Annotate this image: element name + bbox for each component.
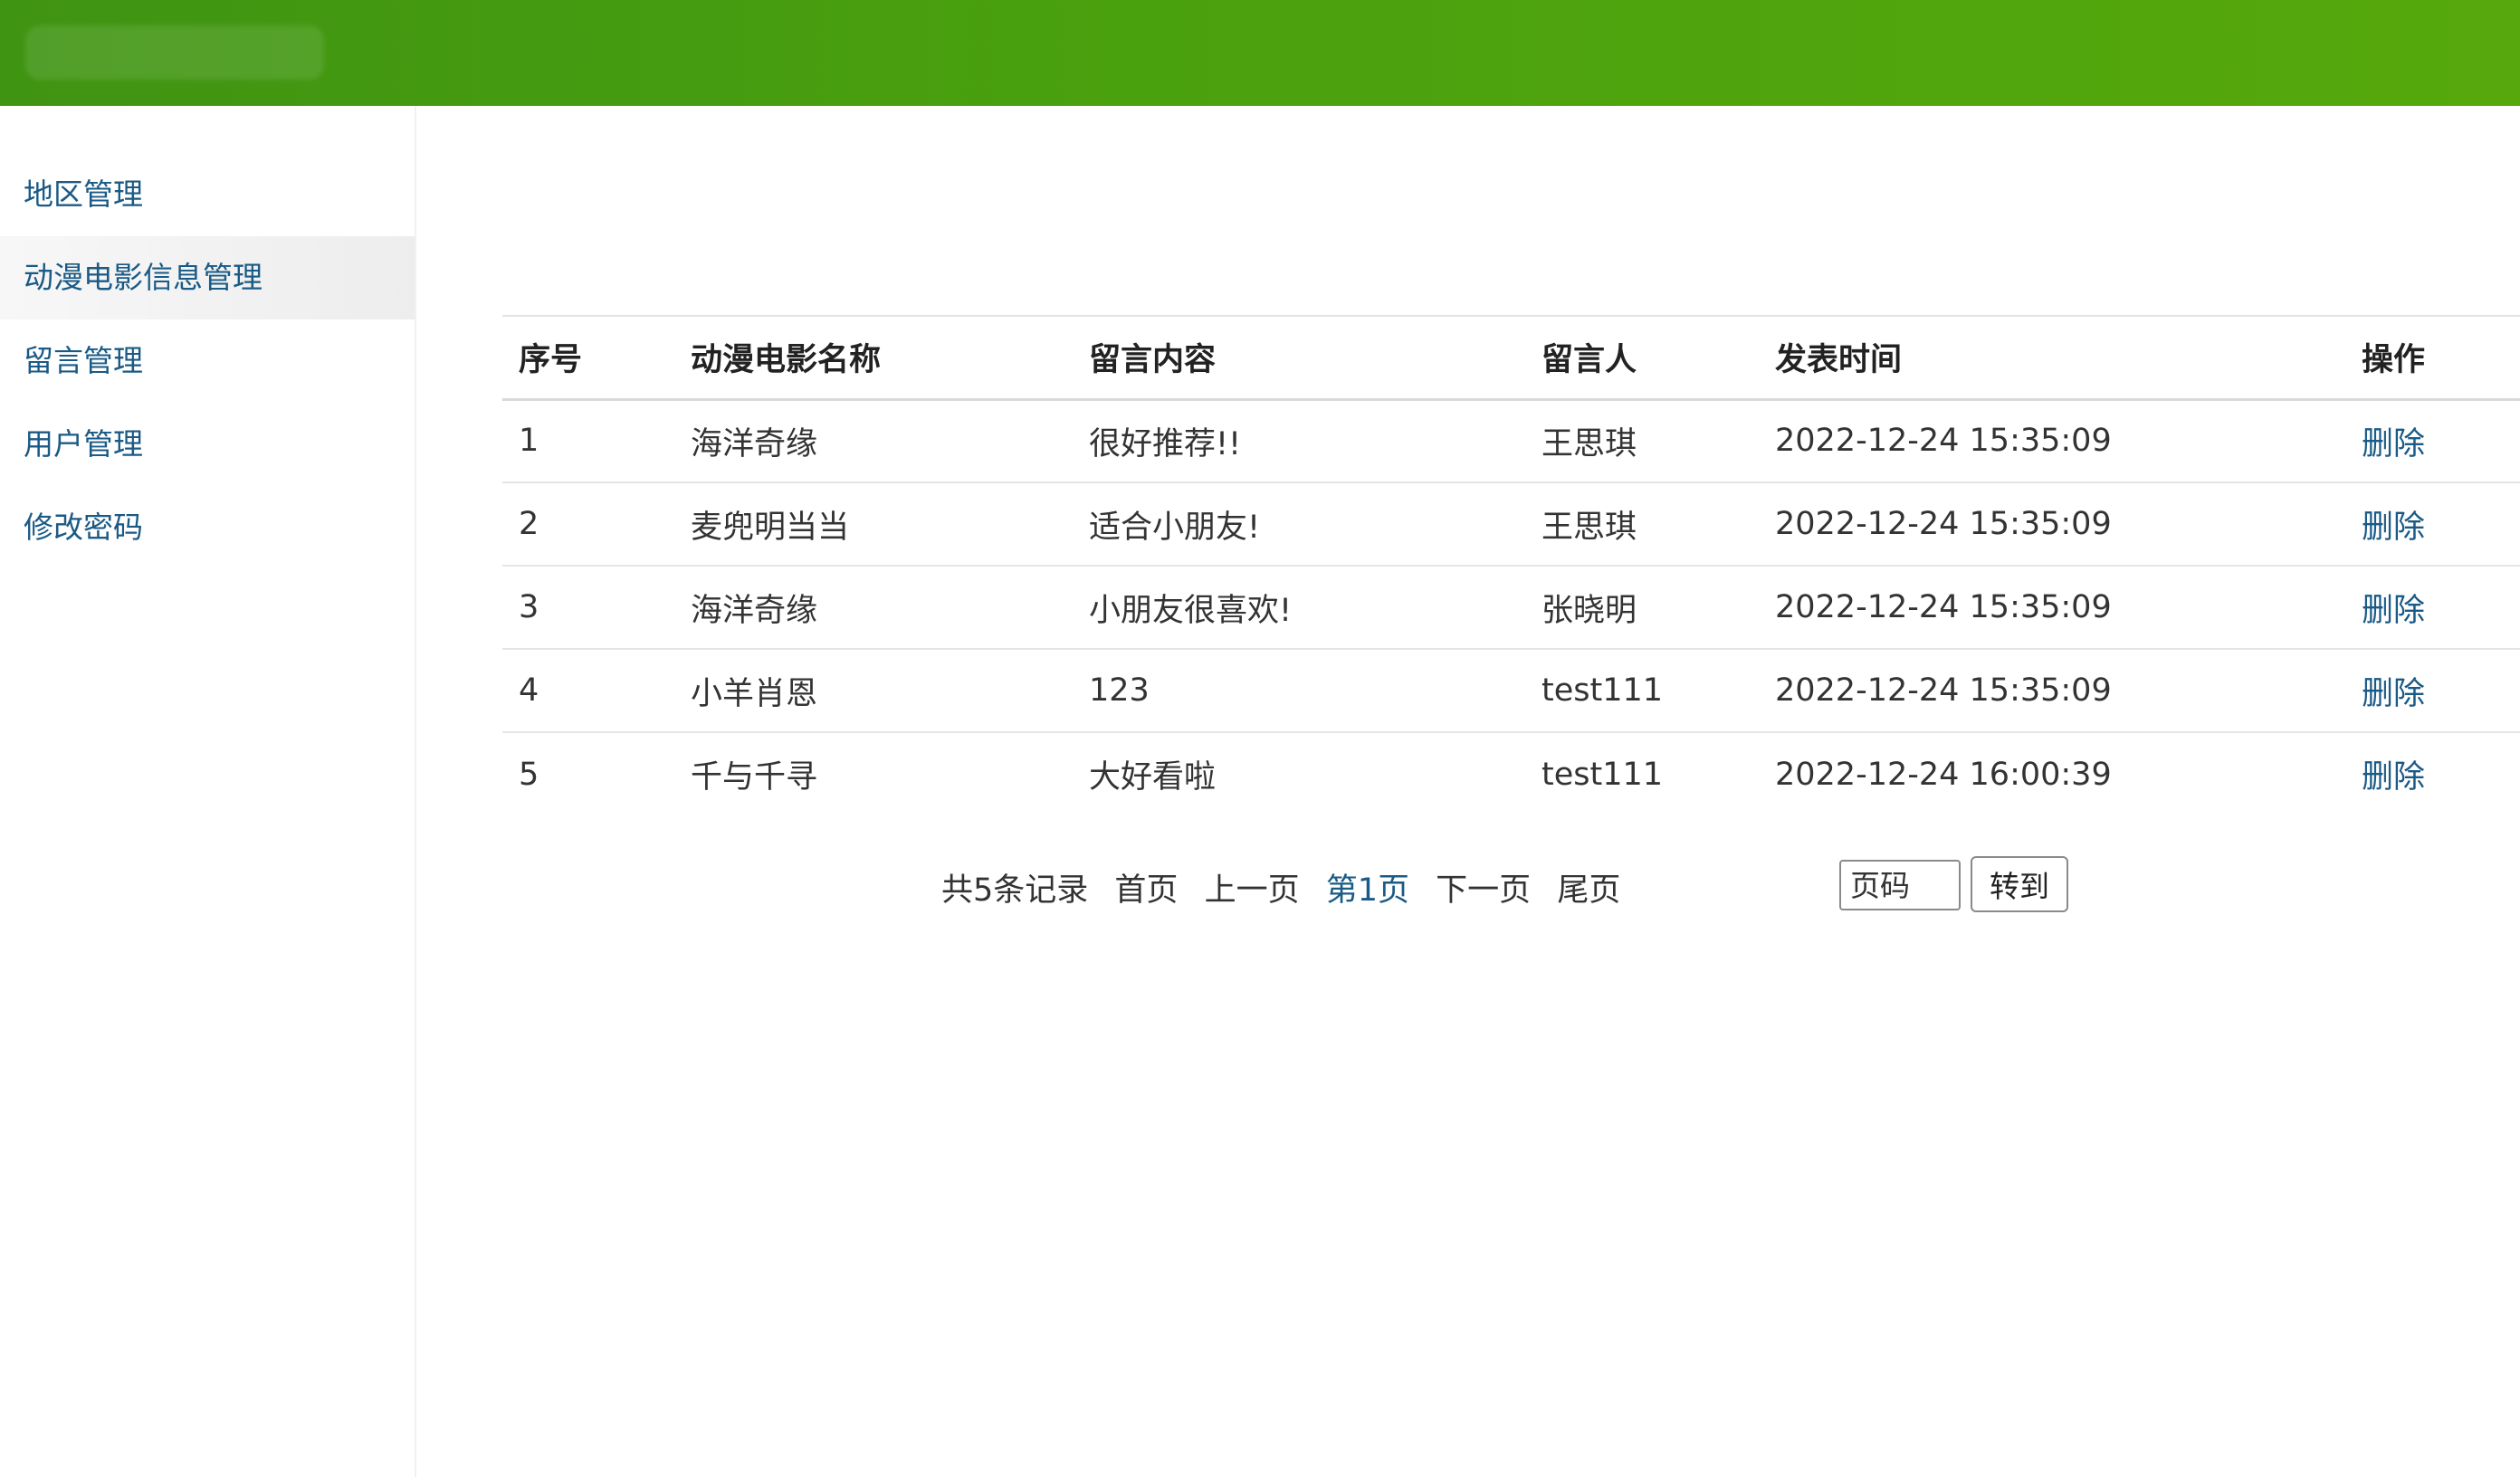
site-title-blurred (25, 25, 324, 80)
sidebar-item-messages[interactable]: 留言管理 (0, 319, 415, 403)
cell-content: 123 (1089, 672, 1150, 709)
first-page-link[interactable]: 首页 (1114, 872, 1178, 909)
header-author: 留言人 (1542, 342, 1637, 379)
table-header-row: 序号 动漫电影名称 留言内容 留言人 发表时间 操作 (502, 316, 2520, 399)
table-row: 4 小羊肖恩 123 test111 2022-12-24 15:35:09 删… (502, 649, 2520, 732)
cell-user: 张晓明 (1542, 592, 1637, 629)
cell-action: 删除 (2345, 482, 2520, 566)
next-page-link[interactable]: 下一页 (1436, 872, 1531, 909)
cell-user: 王思琪 (1542, 509, 1637, 546)
cell-no: 5 (519, 756, 539, 793)
delete-link[interactable]: 删除 (2362, 759, 2425, 796)
cell-user: test111 (1542, 672, 1664, 709)
record-count: 共5条记录 (941, 872, 1089, 909)
cell-time: 2022-12-24 15:35:09 (1775, 423, 2112, 460)
messages-table: 序号 动漫电影名称 留言内容 留言人 发表时间 操作 1 海洋奇缘 很好推荐!!… (502, 315, 2520, 815)
cell-no: 1 (519, 423, 539, 460)
table-row: 2 麦兜明当当 适合小朋友! 王思琪 2022-12-24 15:35:09 删… (502, 482, 2520, 566)
cell-movie: 麦兜明当当 (691, 509, 850, 546)
cell-movie: 小羊肖恩 (691, 675, 818, 712)
cell-time: 2022-12-24 16:00:39 (1775, 756, 2112, 793)
prev-page-link[interactable]: 上一页 (1205, 872, 1300, 909)
cell-time: 2022-12-24 15:35:09 (1775, 589, 2112, 625)
top-banner (0, 0, 2520, 106)
cell-content: 适合小朋友! (1089, 509, 1261, 546)
header-content: 留言内容 (1089, 342, 1217, 379)
page-number-input[interactable] (1839, 860, 1961, 910)
cell-no: 4 (519, 672, 539, 709)
delete-link[interactable]: 删除 (2362, 426, 2425, 462)
sidebar-item-movie-info[interactable]: 动漫电影信息管理 (0, 236, 415, 319)
cell-user: 王思琪 (1542, 425, 1637, 462)
header-time: 发表时间 (1775, 342, 1903, 379)
cell-action: 删除 (2345, 399, 2520, 482)
main-content: 序号 动漫电影名称 留言内容 留言人 发表时间 操作 1 海洋奇缘 很好推荐!!… (502, 315, 2520, 815)
cell-content: 很好推荐!! (1089, 425, 1242, 462)
cell-action: 删除 (2345, 566, 2520, 649)
table-row: 3 海洋奇缘 小朋友很喜欢! 张晓明 2022-12-24 15:35:09 删… (502, 566, 2520, 649)
cell-no: 2 (519, 506, 539, 542)
header-movie-name: 动漫电影名称 (691, 342, 882, 379)
sidebar-item-users[interactable]: 用户管理 (0, 403, 415, 486)
cell-content: 大好看啦 (1089, 759, 1217, 796)
current-page: 第1页 (1325, 872, 1410, 909)
cell-content: 小朋友很喜欢! (1089, 592, 1293, 629)
goto-button[interactable]: 转到 (1971, 856, 2068, 912)
cell-no: 3 (519, 589, 539, 625)
delete-link[interactable]: 删除 (2362, 676, 2425, 712)
delete-link[interactable]: 删除 (2362, 510, 2425, 546)
cell-user: test111 (1542, 756, 1664, 793)
table-row: 5 千与千寻 大好看啦 test111 2022-12-24 16:00:39 … (502, 732, 2520, 815)
delete-link[interactable]: 删除 (2362, 593, 2425, 629)
cell-action: 删除 (2345, 649, 2520, 732)
cell-time: 2022-12-24 15:35:09 (1775, 506, 2112, 542)
cell-action: 删除 (2345, 732, 2520, 815)
last-page-link[interactable]: 尾页 (1557, 872, 1620, 909)
sidebar-item-change-password[interactable]: 修改密码 (0, 486, 415, 569)
header-no: 序号 (519, 342, 583, 379)
pagination: 共5条记录 首页 上一页 第1页 下一页 尾页 (941, 864, 1637, 910)
header-action: 操作 (2362, 342, 2426, 379)
cell-time: 2022-12-24 15:35:09 (1775, 672, 2112, 709)
sidebar-item-region[interactable]: 地区管理 (0, 153, 415, 236)
cell-movie: 海洋奇缘 (691, 425, 818, 462)
table-row: 1 海洋奇缘 很好推荐!! 王思琪 2022-12-24 15:35:09 删除 (502, 399, 2520, 482)
cell-movie: 海洋奇缘 (691, 592, 818, 629)
sidebar: 地区管理 动漫电影信息管理 留言管理 用户管理 修改密码 (0, 106, 416, 1477)
cell-movie: 千与千寻 (691, 759, 818, 796)
